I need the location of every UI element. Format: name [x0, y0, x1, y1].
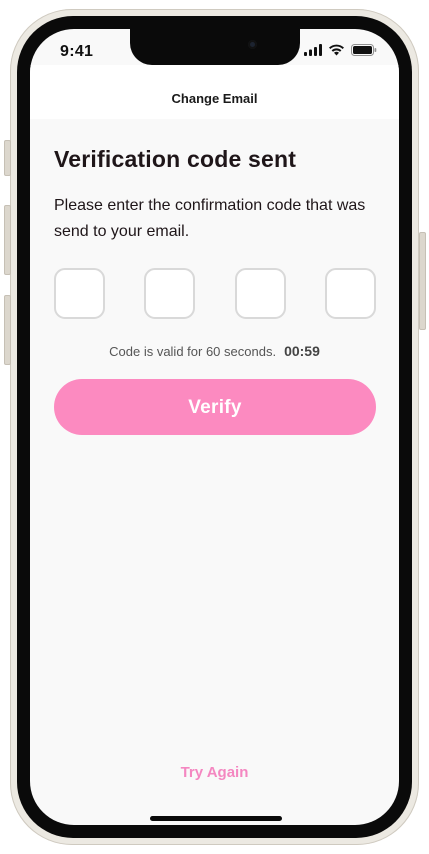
cellular-signal-icon [304, 44, 322, 56]
status-icons [304, 44, 377, 56]
code-validity: Code is valid for 60 seconds. 00:59 [30, 343, 399, 359]
volume-down-button [4, 295, 11, 365]
try-again-link[interactable]: Try Again [30, 764, 399, 781]
verify-button[interactable]: Verify [54, 379, 376, 435]
page-title: Change Email [171, 91, 258, 106]
volume-up-button [4, 205, 11, 275]
notch [130, 29, 300, 65]
silent-switch [4, 140, 11, 176]
code-digit-3-input[interactable] [234, 268, 286, 319]
instructions-text: Please enter the confirmation code that … [54, 197, 366, 240]
wifi-icon [329, 44, 344, 56]
front-camera [248, 40, 257, 49]
home-indicator[interactable] [150, 816, 282, 821]
battery-icon [351, 44, 377, 56]
verification-heading: Verification code sent [54, 146, 297, 172]
power-button [419, 232, 426, 330]
status-time: 9:41 [60, 43, 94, 60]
code-input-group [54, 268, 376, 319]
phone-screen: 9:41 Change Email Verification code sent… [30, 29, 399, 825]
validity-text: Code is valid for 60 seconds. [109, 344, 277, 359]
countdown-timer: 00:59 [284, 343, 320, 359]
code-digit-2-input[interactable] [144, 268, 196, 319]
code-digit-1-input[interactable] [54, 268, 105, 319]
app-header: Change Email [30, 65, 399, 119]
code-digit-4-input[interactable] [324, 268, 376, 319]
